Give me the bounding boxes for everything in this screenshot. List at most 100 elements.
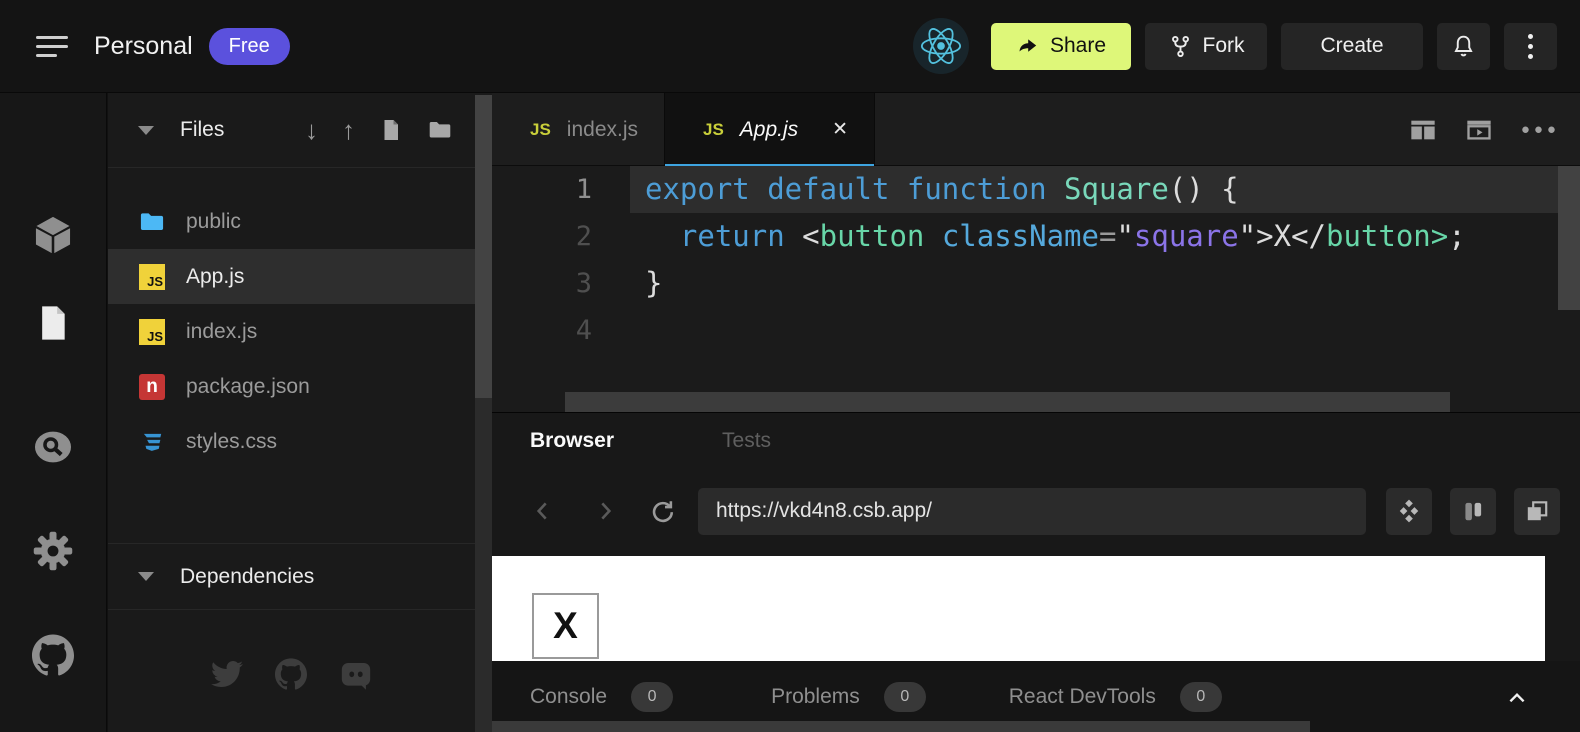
file-list: public JS App.js JS index.js n package.j… [108,168,475,469]
create-button[interactable]: Create [1281,23,1423,70]
download-arrow-icon[interactable]: ↓ [305,117,318,143]
menu-icon[interactable] [36,34,72,58]
activity-rail [0,93,107,732]
create-label: Create [1320,34,1383,58]
line-content: return <button className="square">X</but… [630,213,1580,260]
horizontal-scrollbar[interactable] [565,392,1450,412]
line-number: 2 [492,213,630,260]
file-item-public[interactable]: public [108,194,475,249]
devtools-diamonds-icon[interactable] [1386,488,1432,535]
browser-tabs: Browser Tests [492,413,1580,469]
editor-tabbar: JS index.js JS App.js ✕ ● [492,93,1580,166]
tab-label: App.js [740,118,798,142]
react-logo-icon [913,18,969,74]
line-number: 4 [492,307,630,354]
file-name: index.js [186,320,257,344]
bell-icon [1450,33,1477,60]
collapse-caret-icon [138,572,154,581]
editor-tab-App-js[interactable]: JS App.js ✕ [665,93,875,166]
share-arrow-icon [1016,34,1040,58]
back-chevron-icon[interactable] [530,498,556,524]
count-badge: 0 [1180,682,1222,712]
fork-button[interactable]: Fork [1145,23,1267,70]
more-ellipsis-icon[interactable]: ●●● [1521,121,1560,138]
tab-browser[interactable]: Browser [530,429,614,453]
editor-tabs: JS index.js JS App.js ✕ [492,93,875,165]
new-file-icon[interactable] [379,118,403,142]
github-icon[interactable] [29,631,77,679]
npm-file-icon: n [139,374,165,400]
split-view-icon[interactable] [1409,116,1437,144]
code-editor[interactable]: 1 export default function Square() { 2 r… [492,166,1580,412]
preview-window-icon[interactable] [1465,116,1493,144]
tab-tests[interactable]: Tests [722,429,771,453]
discord-icon[interactable] [339,658,373,692]
code-line-2: 2 return <button className="square">X</b… [492,213,1580,260]
files-tools: ↓ ↑ [305,117,453,143]
url-input[interactable] [698,488,1366,535]
reload-icon[interactable] [648,497,676,525]
close-tab-icon[interactable]: ✕ [832,118,848,141]
sandbox-cube-icon[interactable] [29,211,77,259]
bottom-scrollbar[interactable] [492,721,1310,732]
file-explorer-icon[interactable] [29,299,77,347]
forward-chevron-icon[interactable] [592,498,618,524]
github-icon[interactable] [275,658,307,692]
status-problems[interactable]: Problems 0 [771,682,926,712]
plan-badge: Free [209,28,290,65]
responsive-panes-icon[interactable] [1450,488,1496,535]
status-react-devtools[interactable]: React DevTools 0 [1009,682,1222,712]
fork-label: Fork [1203,34,1245,58]
tab-label: index.js [567,118,638,142]
main-area: JS index.js JS App.js ✕ ● [492,93,1580,732]
files-scrollbar[interactable] [475,93,492,732]
line-number: 1 [492,166,630,213]
file-item-styles-css[interactable]: styles.css [108,414,475,469]
browser-preview: X [492,556,1545,661]
vertical-scrollbar[interactable] [1558,166,1580,310]
kebab-menu-icon [1528,34,1533,59]
folder-icon [138,208,166,236]
line-content [630,307,1580,354]
files-title: Files [180,118,305,142]
square-button[interactable]: X [532,593,599,659]
code-line-3: 3 } [492,260,1580,307]
status-items: Console 0 Problems 0 React DevTools 0 [530,682,1222,712]
css-file-icon [138,428,166,456]
topbar-right: Share Fork Create [913,18,1580,74]
open-window-icon[interactable] [1514,488,1560,535]
topbar-left: Personal Free [0,28,290,65]
new-folder-icon[interactable] [427,117,453,143]
topbar: Personal Free Share [0,0,1580,93]
status-console[interactable]: Console 0 [530,682,673,712]
line-number: 3 [492,260,630,307]
settings-gear-icon[interactable] [29,527,77,575]
upload-arrow-icon[interactable]: ↑ [342,117,355,143]
file-name: App.js [186,265,244,289]
file-name: styles.css [186,430,277,454]
js-file-icon: JS [138,263,166,291]
js-file-icon: JS [703,120,724,140]
file-item-package-json[interactable]: n package.json [108,359,475,414]
more-options-button[interactable] [1504,23,1557,70]
status-label: Problems [771,685,860,709]
share-button[interactable]: Share [991,23,1131,70]
scrollbar-thumb[interactable] [475,95,492,398]
editor-tab-index-js[interactable]: JS index.js [492,93,665,166]
notifications-button[interactable] [1437,23,1490,70]
count-badge: 0 [631,682,673,712]
dependencies-header[interactable]: Dependencies [108,543,475,610]
share-label: Share [1050,34,1106,58]
file-item-App-js[interactable]: JS App.js [108,249,475,304]
status-label: React DevTools [1009,685,1156,709]
twitter-icon[interactable] [211,658,243,692]
social-links [108,658,475,692]
workspace-name[interactable]: Personal [94,32,193,61]
fork-icon [1168,34,1193,59]
file-name: public [186,210,241,234]
collapse-caret-icon[interactable] [138,126,154,135]
file-item-index-js[interactable]: JS index.js [108,304,475,359]
code-line-4: 4 [492,307,1580,354]
chevron-up-icon[interactable] [1506,687,1528,709]
search-icon[interactable] [29,423,77,471]
